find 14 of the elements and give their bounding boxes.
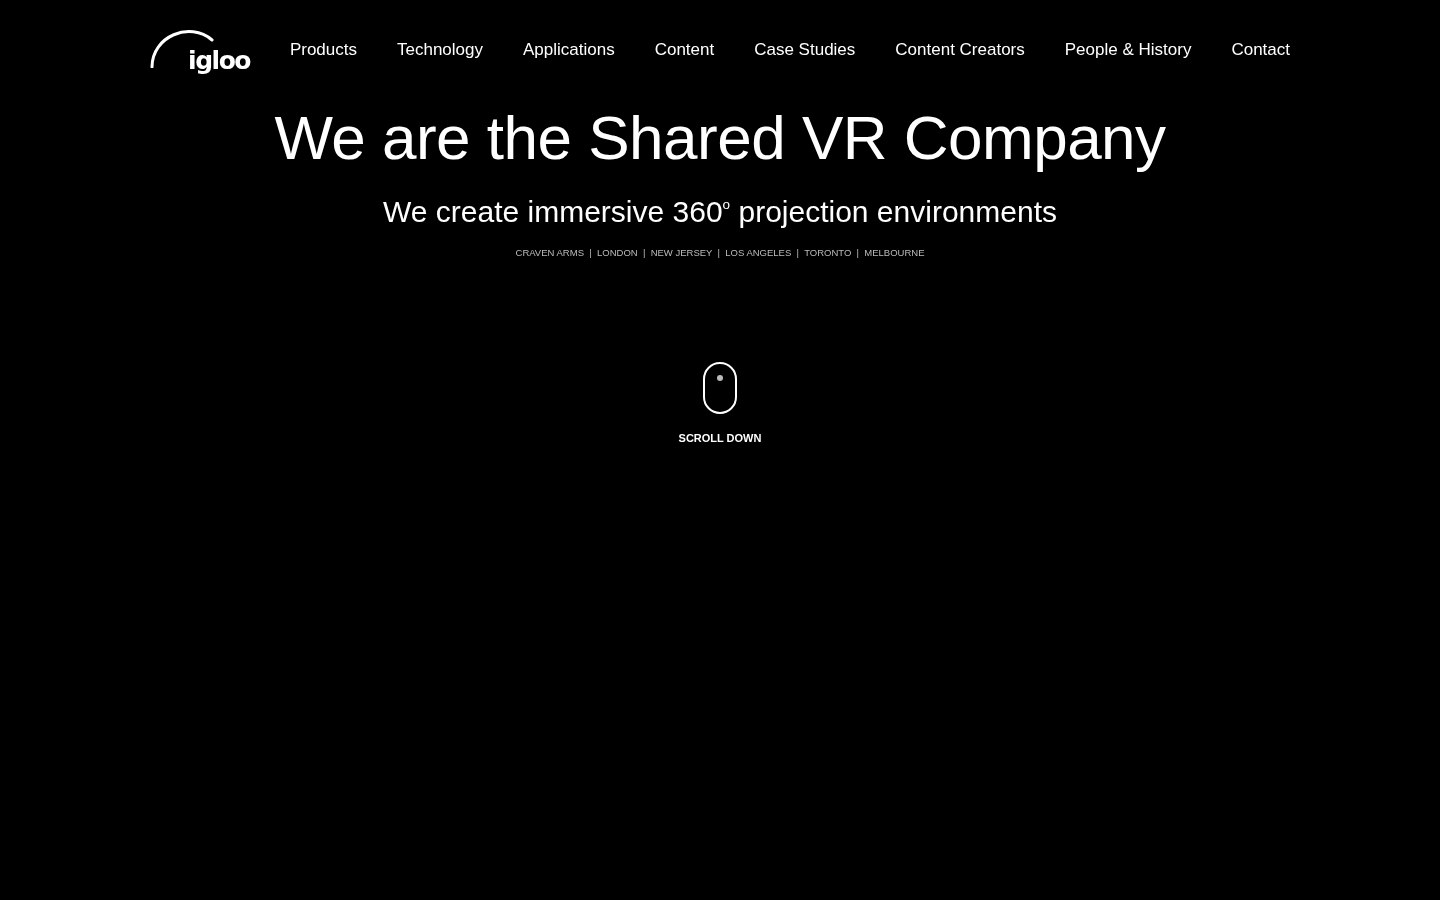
nav-link[interactable]: Technology: [396, 40, 483, 60]
nav-link[interactable]: Content Creators: [895, 40, 1025, 60]
logo-text[interactable]: igloo: [188, 48, 250, 73]
nav-link[interactable]: People & History: [1064, 40, 1192, 60]
locations-text: CRAVEN ARMS | LONDON | NEW JERSEY | LOS ANGELES | TORONTO | MELBOURNE: [515, 247, 925, 258]
mouse-icon: [703, 362, 737, 414]
hero-subtitle: We create immersive 360$^{o}$ projection environments: [383, 195, 1057, 229]
hero-title: We are the Shared VR Company: [274, 102, 1166, 173]
scroll-down-label[interactable]: SCROLL DOWN: [678, 432, 762, 444]
nav-link[interactable]: Applications: [523, 40, 615, 60]
nav-link[interactable]: Contact: [1231, 40, 1290, 60]
nav-link[interactable]: Products: [289, 40, 357, 60]
nav-link[interactable]: Content: [654, 40, 715, 60]
nav-link[interactable]: Case Studies: [754, 40, 856, 60]
